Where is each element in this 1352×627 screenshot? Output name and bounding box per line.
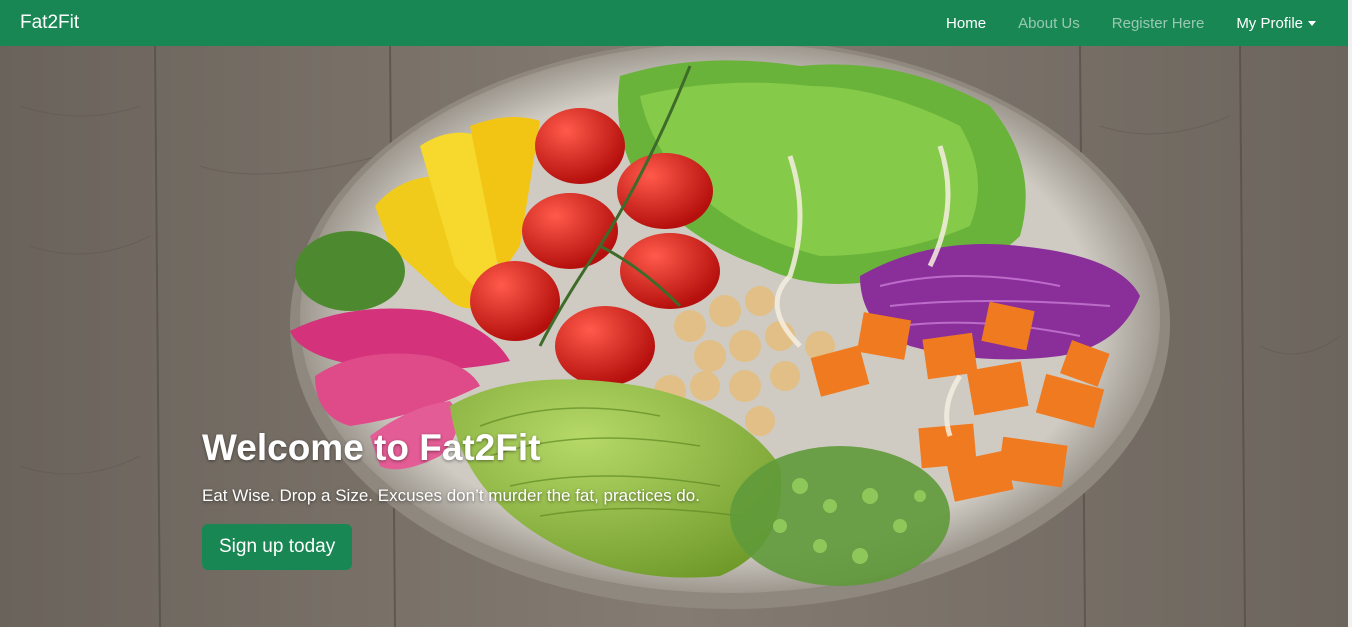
hero-carousel: Welcome to Fat2Fit Eat Wise. Drop a Size… [0,46,1348,627]
caret-down-icon [1308,20,1316,26]
hero-caption: Welcome to Fat2Fit Eat Wise. Drop a Size… [202,426,700,571]
hero-title: Welcome to Fat2Fit [202,427,541,468]
top-navbar: Fat2Fit Home About Us Register Here My P… [0,0,1348,46]
sign-up-button[interactable]: Sign up today [202,524,353,571]
nav-link-about-us[interactable]: About Us [1018,15,1080,32]
page-scrollbar[interactable] [1348,0,1352,627]
nav-link-home[interactable]: Home [946,15,986,32]
nav-dropdown-label: My Profile [1236,14,1303,32]
nav-link-register[interactable]: Register Here [1112,15,1205,32]
hero-subtitle: Eat Wise. Drop a Size. Excuses don’t mur… [202,486,700,506]
nav-links: Home About Us Register Here My Profile [914,15,1328,32]
brand-logo-link[interactable]: Fat2Fit [20,12,79,34]
nav-dropdown-my-profile[interactable]: My Profile [1236,15,1316,32]
